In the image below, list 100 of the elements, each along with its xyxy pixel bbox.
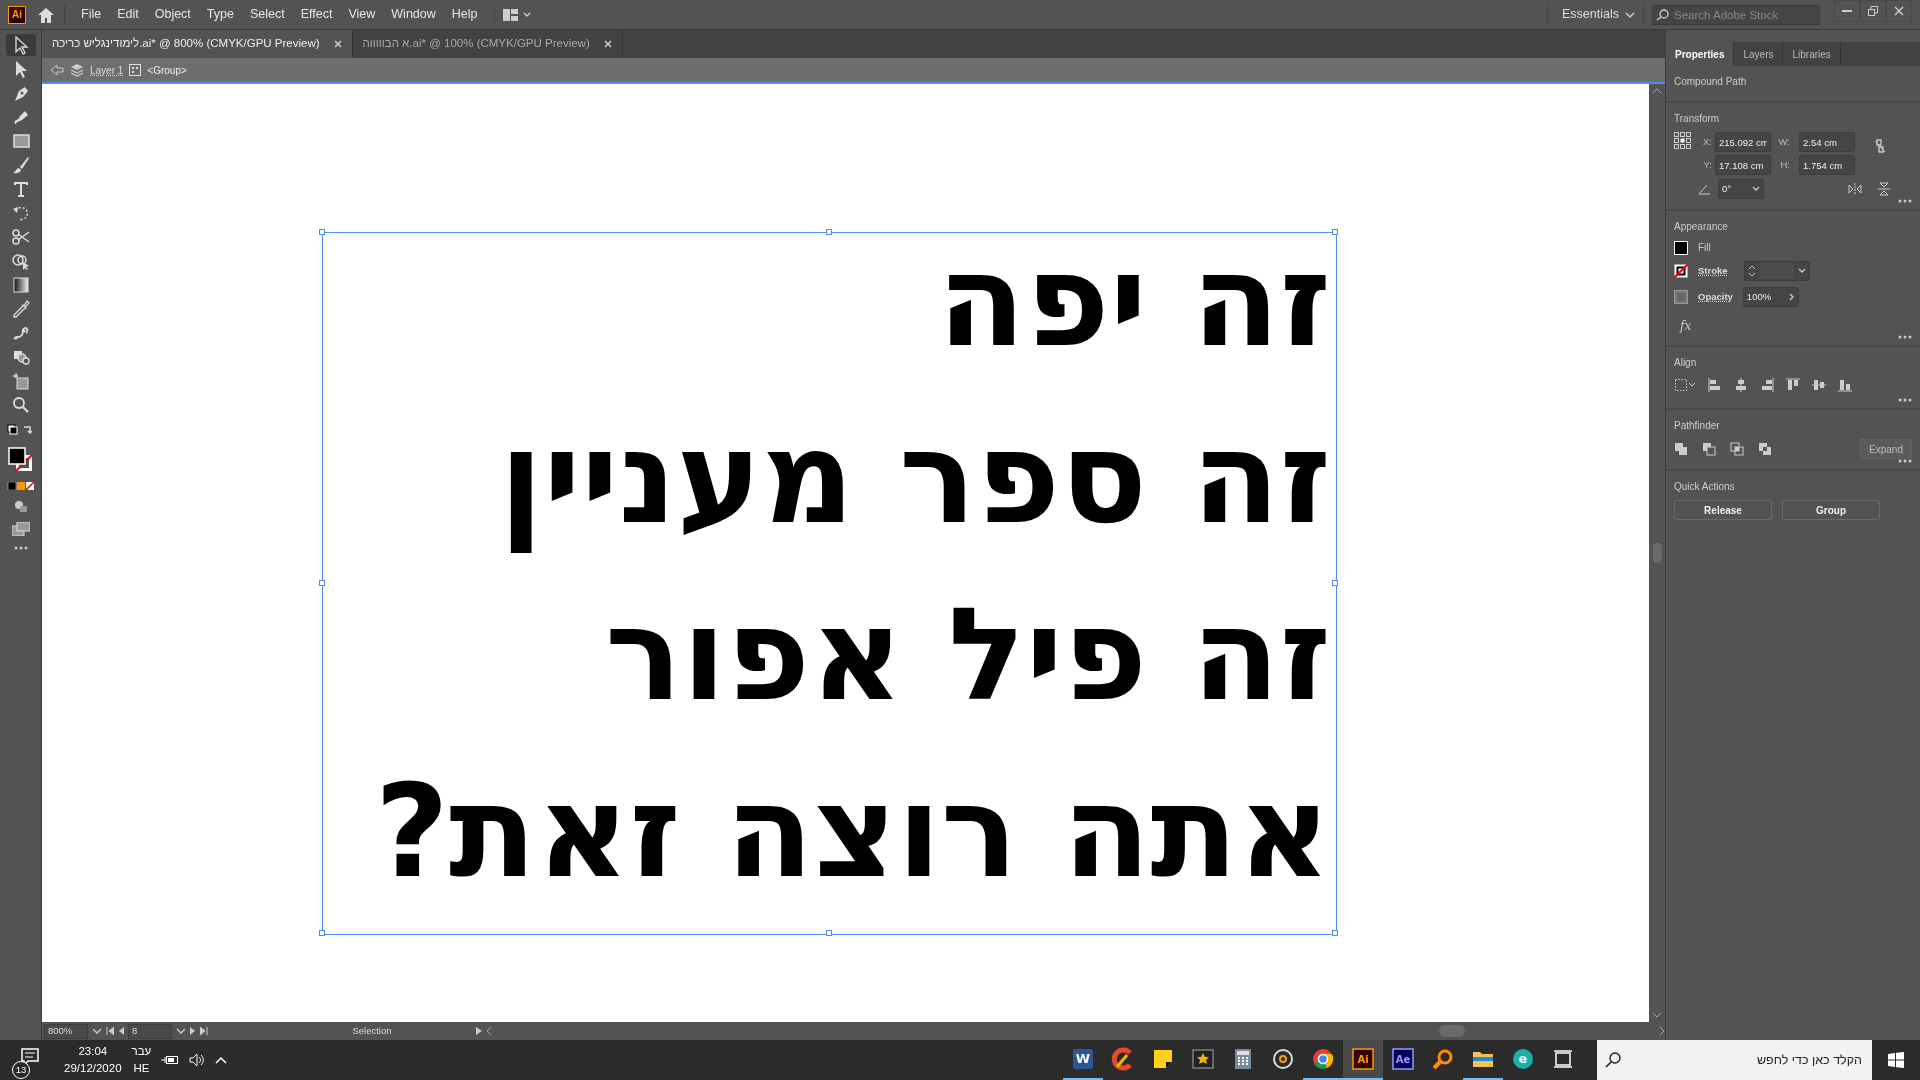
quick-action-button[interactable]: Release <box>1674 500 1772 520</box>
transform-field[interactable]: 17.108 cm <box>1715 155 1771 175</box>
more-options-icon[interactable] <box>1898 459 1912 463</box>
exclude-icon[interactable] <box>1758 442 1772 456</box>
draw-mode-icon[interactable] <box>13 500 28 512</box>
fill-swatch[interactable] <box>1674 240 1688 255</box>
tool-button[interactable] <box>5 34 36 56</box>
previous-artboard-icon[interactable] <box>118 1027 124 1035</box>
restore-button[interactable] <box>1860 0 1886 22</box>
more-tools-icon[interactable] <box>13 546 28 550</box>
taskbar-app-button[interactable]: Ai <box>1343 1040 1383 1080</box>
selection-handle[interactable] <box>319 579 325 586</box>
layout-icon[interactable] <box>502 7 533 22</box>
unite-icon[interactable] <box>1674 442 1688 456</box>
more-options-icon[interactable] <box>1898 335 1912 339</box>
scroll-right-icon[interactable] <box>1659 1027 1665 1035</box>
opacity-field[interactable]: 100% <box>1742 287 1799 307</box>
play-icon[interactable] <box>476 1027 482 1035</box>
menu-item[interactable]: File <box>73 5 110 24</box>
back-arrow-icon[interactable] <box>50 64 64 76</box>
align-left-icon[interactable] <box>1708 378 1722 392</box>
layer-link[interactable]: Layer 1 <box>90 62 124 78</box>
intersect-icon[interactable] <box>1730 442 1744 456</box>
selection-handle[interactable] <box>1332 229 1338 235</box>
screen-mode-icon[interactable] <box>11 522 30 536</box>
clock-time[interactable]: 23:04 <box>78 1043 108 1060</box>
selection-bounding-box[interactable]: זה יפה זה ספר מעניין זה פיל אפור אתה רוצה זאת? <box>322 232 1337 935</box>
panel-tab[interactable]: Properties <box>1666 42 1735 66</box>
battery-icon[interactable] <box>161 1054 180 1066</box>
edge-icon <box>1511 1047 1535 1071</box>
zoom-field[interactable]: 800% <box>44 1023 88 1039</box>
flip-horizontal-icon[interactable] <box>1848 183 1862 195</box>
opacity-swatch[interactable] <box>1674 290 1688 304</box>
next-artboard-icon[interactable] <box>190 1027 196 1035</box>
selection-handle[interactable] <box>1332 930 1338 936</box>
notification-count: 13 <box>12 1061 30 1079</box>
minimize-button[interactable] <box>1834 0 1860 22</box>
stock-search-field[interactable]: Search Adobe Stock <box>1652 4 1820 25</box>
stepper-icon <box>1747 265 1756 277</box>
last-artboard-icon[interactable] <box>200 1027 208 1035</box>
language-label[interactable]: עבר <box>131 1043 152 1060</box>
layers-icon <box>70 63 84 77</box>
align-right-icon[interactable] <box>1760 378 1774 392</box>
chevron-down-icon[interactable] <box>1625 10 1635 19</box>
scroll-up-icon[interactable] <box>1653 88 1661 93</box>
menu-item[interactable]: View <box>340 5 384 24</box>
menu-item[interactable]: Edit <box>109 5 147 24</box>
scroll-down-icon[interactable] <box>1653 1013 1661 1018</box>
keyboard-layout-label[interactable]: HE <box>133 1060 150 1077</box>
gradient-icon <box>10 275 31 295</box>
align-top-icon[interactable] <box>1786 378 1800 392</box>
taskbar-app-button[interactable]: Ae <box>1383 1040 1423 1080</box>
chevron-down-icon[interactable] <box>176 1028 186 1034</box>
menu-item[interactable]: Help <box>443 5 486 24</box>
selection-handle[interactable] <box>319 930 325 936</box>
menu-item[interactable]: Effect <box>292 5 341 24</box>
rotation-angle-field[interactable]: 0° <box>1718 179 1764 199</box>
close-icon[interactable] <box>333 40 342 48</box>
flip-vertical-icon[interactable] <box>1878 182 1890 196</box>
transform-field[interactable]: 2.54 cm <box>1799 132 1855 152</box>
more-options-icon[interactable] <box>1898 398 1912 402</box>
selection-handle[interactable] <box>825 930 832 936</box>
more-options-icon[interactable] <box>1898 199 1912 203</box>
menu-item[interactable]: Type <box>198 5 242 24</box>
constrain-proportions-icon[interactable] <box>1873 138 1887 154</box>
transform-field[interactable]: 1.754 cm <box>1799 155 1855 175</box>
reference-point-icon[interactable] <box>1674 132 1692 150</box>
close-button[interactable] <box>1886 0 1912 22</box>
align-bottom-icon[interactable] <box>1838 378 1852 392</box>
clock-date[interactable]: 29/12/2020 <box>64 1060 122 1077</box>
selection-handle[interactable] <box>825 229 832 235</box>
stroke-swatch[interactable] <box>1674 264 1688 278</box>
quick-action-button[interactable]: Group <box>1782 500 1880 520</box>
panel-link[interactable]: Opacity <box>1698 289 1733 305</box>
chevron-down-icon[interactable] <box>92 1028 102 1034</box>
artboard-number-field[interactable]: 8 <box>128 1023 172 1039</box>
home-icon[interactable] <box>36 5 56 24</box>
first-artboard-icon[interactable] <box>106 1027 114 1035</box>
menu-item[interactable]: Object <box>146 5 199 24</box>
chevron-up-icon[interactable] <box>215 1056 228 1064</box>
align-middle-icon[interactable] <box>1812 378 1826 392</box>
workspace-switcher[interactable]: Essentials <box>1556 4 1625 25</box>
menu-item[interactable]: Select <box>241 5 293 24</box>
effects-button[interactable]: fx <box>1680 317 1692 335</box>
fill-stroke-swatch-icon[interactable] <box>6 446 35 472</box>
document-tab[interactable]: לימודינגליש כריכה.ai* @ 800% (CMYK/GPU Preview) <box>42 30 353 58</box>
scroll-left-icon[interactable] <box>486 1027 492 1035</box>
selection-handle[interactable] <box>1332 579 1338 586</box>
taskbar-search-field[interactable]: הקלד כאן כדי לחפש <box>1597 1040 1872 1080</box>
close-icon[interactable] <box>603 40 612 48</box>
selection-handle[interactable] <box>319 229 325 235</box>
taskbar-app-button[interactable]: W <box>1063 1040 1103 1080</box>
align-center-icon[interactable] <box>1734 378 1748 392</box>
minus-front-icon[interactable] <box>1702 442 1716 456</box>
color-mode-icon[interactable] <box>6 482 35 490</box>
align-to-selection-icon[interactable] <box>1674 378 1696 392</box>
volume-icon[interactable] <box>189 1053 206 1067</box>
panel-link[interactable]: Stroke <box>1698 263 1728 279</box>
menu-item[interactable]: Window <box>383 5 444 24</box>
stroke-weight-field[interactable] <box>1743 261 1810 281</box>
